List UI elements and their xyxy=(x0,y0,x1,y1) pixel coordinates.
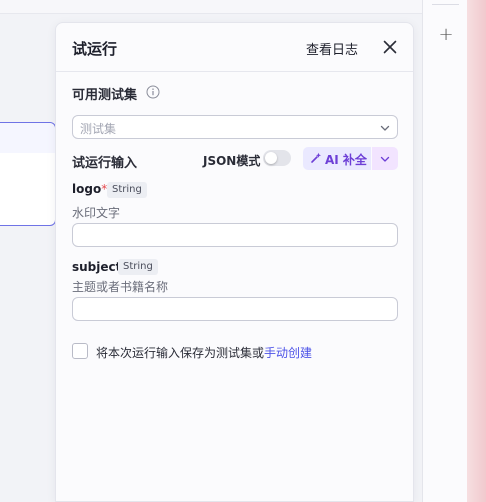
manual-create-link[interactable]: 手动创建 xyxy=(264,346,312,360)
field-name-text: subject xyxy=(72,260,122,274)
rail-divider xyxy=(432,4,459,5)
info-icon[interactable] xyxy=(146,85,160,99)
right-toolbar-rail: + xyxy=(422,0,467,502)
add-icon[interactable]: + xyxy=(437,24,455,48)
type-badge: String xyxy=(107,182,147,198)
logo-input[interactable] xyxy=(72,223,398,247)
save-option-label: 将本次运行输入保存为测试集或 xyxy=(96,346,265,360)
ai-fill-dropdown[interactable] xyxy=(372,147,398,170)
json-mode-label: JSON模式 xyxy=(203,154,261,168)
panel-header: 试运行 查看日志 xyxy=(56,23,413,72)
test-set-placeholder: 测试集 xyxy=(80,122,117,136)
chevron-down-icon xyxy=(380,125,390,131)
save-as-test-set-checkbox[interactable] xyxy=(72,343,88,359)
test-set-label: 可用测试集 xyxy=(72,88,138,103)
panel-title: 试运行 xyxy=(72,40,118,58)
field-name-text: logo xyxy=(72,182,102,196)
ai-fill-label: AI 补全 xyxy=(325,153,367,167)
close-icon[interactable] xyxy=(381,38,399,56)
view-log-button[interactable]: 查看日志 xyxy=(306,39,358,58)
canvas-top-strip xyxy=(0,0,422,14)
type-badge: String xyxy=(118,259,158,275)
json-mode-toggle[interactable] xyxy=(263,150,291,166)
field-description-subject: 主题或者书籍名称 xyxy=(72,280,169,294)
field-name-subject: subject xyxy=(72,260,121,274)
sparkle-icon xyxy=(311,152,321,163)
chevron-down-icon xyxy=(380,156,390,162)
field-name-logo: logo* xyxy=(72,182,107,196)
side-edge-decoration xyxy=(467,0,486,502)
subject-input[interactable] xyxy=(72,297,398,321)
canvas-node-card[interactable] xyxy=(0,122,56,226)
ai-fill-button[interactable]: AI 补全 xyxy=(303,147,371,170)
test-set-select[interactable]: 测试集 xyxy=(72,115,398,139)
canvas-node-header xyxy=(0,123,55,153)
test-run-panel: 试运行 查看日志 可用测试集 测试集 试运行输入 JSON模式 AI 补全 lo… xyxy=(55,22,414,502)
toggle-knob xyxy=(265,152,277,164)
run-input-label: 试运行输入 xyxy=(72,156,138,171)
save-as-test-set-text: 将本次运行输入保存为测试集或手动创建 xyxy=(96,344,312,361)
field-description-logo: 水印文字 xyxy=(72,206,121,220)
